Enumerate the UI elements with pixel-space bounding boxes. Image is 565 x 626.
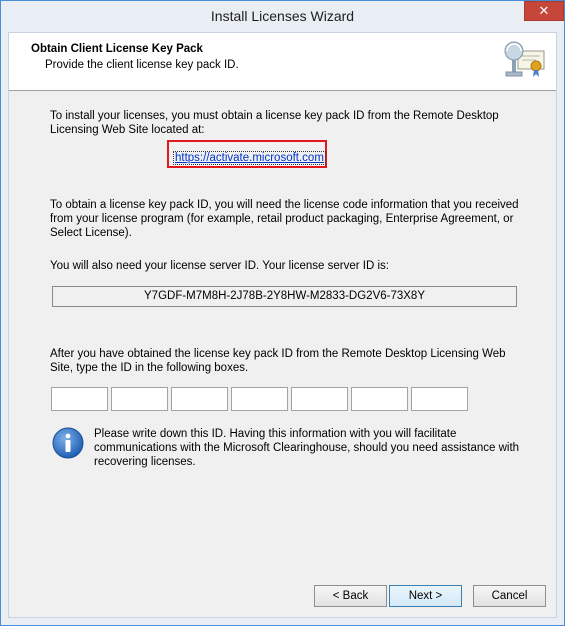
obtain-id-text: To obtain a license key pack ID, you wil… <box>50 199 519 239</box>
page-subtitle: Provide the client license key pack ID. <box>45 59 239 71</box>
wizard-header: Obtain Client License Key Pack Provide t… <box>9 33 556 91</box>
certificate-icon <box>504 41 545 77</box>
type-id-text: After you have obtained the license key … <box>50 348 506 374</box>
key-input-1[interactable] <box>51 387 108 411</box>
server-id-label: You will also need your license server I… <box>50 260 389 272</box>
page-title: Obtain Client License Key Pack <box>31 43 203 55</box>
cancel-button[interactable]: Cancel <box>473 585 546 607</box>
window-title: Install Licenses Wizard <box>210 8 355 24</box>
key-input-4[interactable] <box>231 387 288 411</box>
key-input-6[interactable] <box>351 387 408 411</box>
key-input-2[interactable] <box>111 387 168 411</box>
back-button[interactable]: < Back <box>314 585 387 607</box>
title-bar: Install Licenses Wizard ✕ <box>1 1 564 32</box>
key-input-3[interactable] <box>171 387 228 411</box>
wizard-window: Install Licenses Wizard ✕ Obtain Client … <box>0 0 565 626</box>
intro-text: To install your licenses, you must obtai… <box>50 110 499 136</box>
info-icon <box>52 427 84 459</box>
note-text: Please write down this ID. Having this i… <box>94 428 520 468</box>
close-button[interactable]: ✕ <box>524 1 564 21</box>
key-input-7[interactable] <box>411 387 468 411</box>
key-input-5[interactable] <box>291 387 348 411</box>
next-button[interactable]: Next > <box>389 585 462 607</box>
licensing-website-link[interactable]: https://activate.microsoft.com <box>173 151 326 165</box>
server-id-field: Y7GDF-M7M8H-2J78B-2Y8HW-M2833-DG2V6-73X8… <box>52 286 517 307</box>
wizard-page: Obtain Client License Key Pack Provide t… <box>8 32 557 618</box>
